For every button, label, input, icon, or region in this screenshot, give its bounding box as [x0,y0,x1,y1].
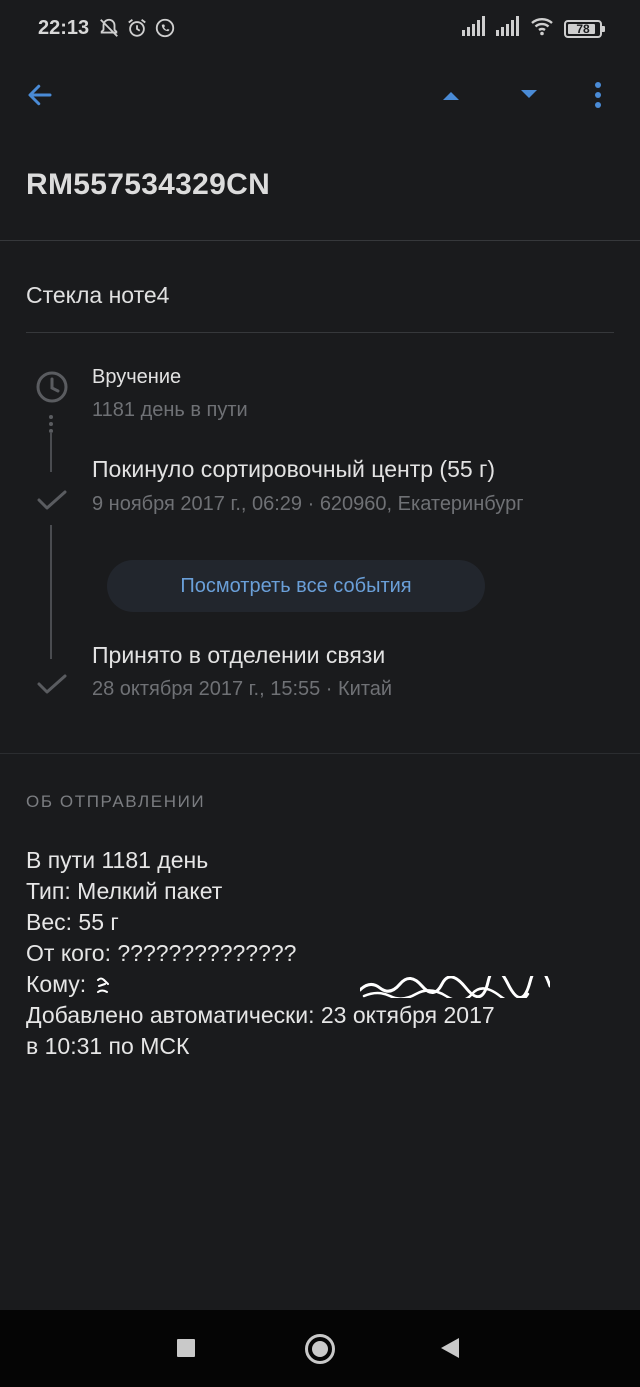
home-circle-icon[interactable] [305,1334,335,1364]
navigation-bar [0,1310,640,1387]
status-icons-left [98,17,176,44]
check-icon [34,666,70,702]
info-to: Кому: [26,969,616,1000]
parcel-name[interactable]: Стекла ноте4 [26,282,169,309]
info-type: Тип: Мелкий пакет [26,878,223,904]
chevron-down-icon [521,90,537,98]
event-title: Принято в отделении связи [92,642,386,668]
whatsapp-icon [154,17,176,44]
divider [26,332,614,333]
info-added: Добавлено автоматически: 23 октября 2017 [26,1002,495,1028]
more-vert-icon [595,82,601,108]
info-in-transit: В пути 1181 день [26,847,209,873]
event-title: Вручение [92,366,182,388]
notifications-muted-icon [98,17,120,44]
info-weight: Вес: 55 г [26,909,119,935]
previous-parcel-button[interactable] [431,75,471,115]
timeline-line [50,525,52,659]
track-number[interactable]: RM557534329CN [26,168,270,202]
arrow-back-icon [28,84,52,106]
chevron-up-icon [443,92,459,100]
status-time: 22:13 [38,17,90,39]
recents-square-icon[interactable] [177,1339,195,1357]
battery-icon: 78 [564,19,605,38]
toolbar [0,60,640,130]
event-subtitle: 9 ноября 2017 г., 06:29 · 620960, Екатер… [92,493,524,515]
view-all-events-button[interactable]: Посмотреть все события [107,560,485,612]
event-subtitle: 28 октября 2017 г., 15:55 · Китай [92,678,393,700]
redacted-area [96,975,110,997]
alarm-icon [126,17,148,44]
back-button[interactable] [20,75,60,115]
battery-level: 78 [576,21,590,36]
section-header-about: ОБ ОТПРАВЛЕНИИ [26,792,206,811]
redacted-area [358,969,552,1000]
event-title: Покинуло сортировочный центр (55 г) [92,456,496,482]
divider [0,240,640,241]
timeline-line [50,432,52,472]
info-to-label: Кому: [26,971,87,997]
parcel-info: В пути 1181 день Тип: Мелкий пакет Вес: … [26,845,616,1062]
check-icon [34,482,70,518]
status-icons-right: 78 [462,16,605,41]
signal-icon [496,16,520,41]
event-subtitle: 1181 день в пути [92,399,248,421]
status-bar: 22:13 78 [0,0,640,60]
clock-icon [34,369,70,405]
divider [0,753,640,754]
more-options-button[interactable] [578,75,618,115]
info-added-time: в 10:31 по МСК [26,1033,190,1059]
info-from: От кого: ?????????????? [26,940,297,966]
wifi-icon [530,16,554,41]
back-triangle-icon[interactable] [441,1338,459,1358]
signal-icon [462,16,486,41]
next-parcel-button[interactable] [509,75,549,115]
